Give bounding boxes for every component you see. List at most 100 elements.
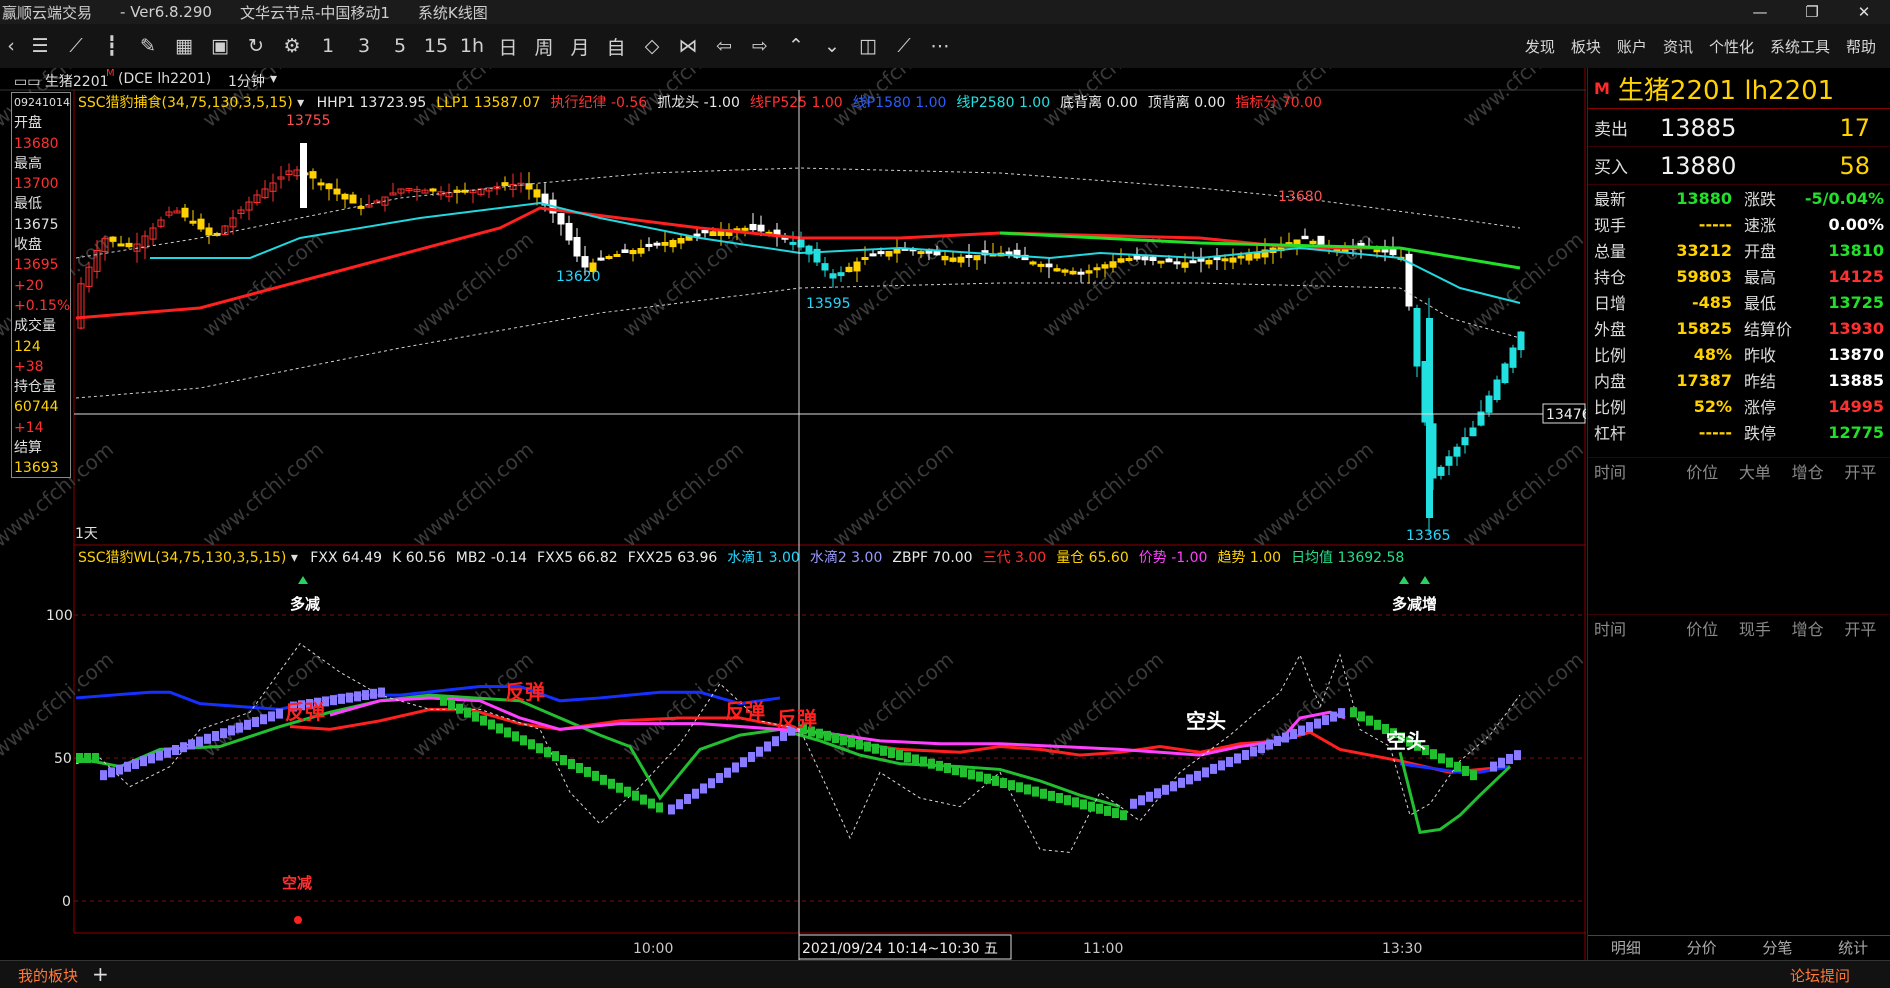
arrow-left-icon[interactable]: ⇦ [706,31,742,61]
panel-icon[interactable]: ◫ [850,31,886,61]
sub-block [1290,729,1297,740]
sub-block [1170,781,1177,792]
crosshair-data-box: 09241014 开盘 13680 最高 13700 最低 13675 收盘 13695 +20 +… [11,92,71,478]
sub-block [632,790,639,801]
menu-personalize[interactable]: 个性化 [1709,36,1754,57]
period-month[interactable]: 月 [562,31,598,61]
period-custom[interactable]: 自 [598,31,634,61]
kline-icon[interactable]: ┇ [94,31,130,61]
sub-block [840,735,847,746]
minimize-button[interactable]: — [1734,0,1786,24]
stat-label: 总量 [1594,242,1627,261]
sub-block [1374,719,1381,730]
market-marker: M [1594,78,1610,98]
zoom-out-icon[interactable]: ⋈ [670,31,706,61]
menu-help[interactable]: 帮助 [1846,36,1876,57]
stat-label: 日增 [1594,294,1627,313]
column-header: 时间 [1594,620,1627,639]
candle-body [1093,267,1101,271]
sub-block [592,770,599,781]
stat-label: 最新 [1594,190,1627,209]
stat-cell: 持仓 59803 [1588,263,1738,289]
sub-block [608,778,615,789]
ask-volume: 17 [1839,113,1870,142]
period-5m[interactable]: 5 [382,31,418,61]
panel-tab[interactable]: 分笔 [1740,936,1816,960]
draw-icon[interactable]: ✎ [130,31,166,61]
arrow-up-icon[interactable]: ⌃ [778,31,814,61]
candle-body [309,171,317,179]
candle-body [189,220,197,224]
menu-account[interactable]: 账户 [1617,36,1647,57]
period-3m[interactable]: 3 [346,31,382,61]
menu-discover[interactable]: 发现 [1525,36,1555,57]
sub-indicator-field: FXX 64.49 [310,550,383,566]
candle-body [1101,264,1109,269]
candle-body [573,236,581,257]
stat-value: 52% [1693,396,1732,416]
period-day[interactable]: 日 [490,31,526,61]
sub-indicator-name[interactable]: SSC猎豹WL(34,75,130,3,5,15) [78,550,286,566]
chart-header: ▭▭ 生猪2201 M (DCE lh2201) 1分钟 ▾ [0,68,1586,90]
sub-block [780,730,787,741]
crosshair-data-item: 13680 [14,135,59,152]
sub-block [378,687,385,698]
view-name: 系统K线图 [417,3,488,22]
more-icon[interactable]: ⋯ [922,31,958,61]
list-icon[interactable]: ☰ [22,31,58,61]
period-week[interactable]: 周 [526,31,562,61]
sub-indicator-field: ZBPF 70.00 [892,550,973,566]
candle-body [869,253,877,257]
arrow-down-icon[interactable]: ⌄ [814,31,850,61]
refresh-icon[interactable]: ↻ [238,31,274,61]
sub-block [76,753,83,763]
panel-tab[interactable]: 分价 [1664,936,1740,960]
crosshair-data-item: +20 [14,277,44,294]
app-version: - Ver6.8.290 [120,3,212,21]
stat-label: 持仓 [1594,268,1627,287]
forum-question-link[interactable]: 论坛提问 [1790,965,1850,986]
line-chart-icon[interactable]: ⟋ [58,31,94,61]
close-button[interactable]: ✕ [1838,0,1890,24]
layout-icon[interactable]: ▦ [166,31,202,61]
my-sectors-tab[interactable]: 我的板块 [18,965,78,986]
main-indicator-name[interactable]: SSC猎豹捕食(34,75,130,3,5,15) [78,95,293,111]
candle-body [1493,379,1501,401]
panel-tab[interactable]: 明细 [1588,936,1664,960]
period-label[interactable]: 1分钟 [228,71,265,91]
chevron-down-icon[interactable]: ▾ [297,95,304,111]
bid-row[interactable]: 买入 13880 58 [1588,147,1890,185]
panel-tab[interactable]: 统计 [1815,936,1890,960]
symbol-exchange: (DCE lh2201) [118,71,212,87]
period-1m[interactable]: 1 [310,31,346,61]
save-icon[interactable]: ▣ [202,31,238,61]
chevron-down-icon[interactable]: ▾ [291,550,298,566]
candle-body [1461,437,1469,446]
period-dropdown-icon[interactable]: ▾ [270,71,277,87]
period-15m[interactable]: 15 [418,31,454,61]
candle-body [1109,261,1117,268]
pen-icon[interactable]: ⟋ [886,31,922,61]
ask-row[interactable]: 卖出 13885 17 [1588,109,1890,147]
menu-sector[interactable]: 板块 [1571,36,1601,57]
maximize-button[interactable]: ❐ [1786,0,1838,24]
sub-block [1202,767,1209,778]
sub-block [1186,774,1193,785]
symbol-tag[interactable]: ▭▭ 生猪2201 [14,71,109,91]
period-1h[interactable]: 1h [454,31,490,61]
candle-body [1181,262,1189,268]
quote-panel: M 生猪2201 lh2201 卖出 13885 17 买入 13880 58 … [1587,68,1890,960]
candle-body [693,233,701,237]
zoom-in-icon[interactable]: ◇ [634,31,670,61]
indicator-icon[interactable]: ⚙ [274,31,310,61]
add-sector-button[interactable]: + [92,962,109,986]
candle-body [845,266,853,273]
arrow-right-icon[interactable]: ⇨ [742,31,778,61]
stat-cell: 昨收 13870 [1738,341,1890,367]
sub-block [1024,784,1031,795]
sidebar-toggle-icon[interactable]: ‹ [0,31,22,61]
kline-chart[interactable]: www.cfchi.comwww.cfchi.comwww.cfchi.comw… [0,68,1586,960]
menu-system-tools[interactable]: 系统工具 [1770,36,1830,57]
candle-body [1485,395,1493,413]
menu-news[interactable]: 资讯 [1663,36,1693,57]
